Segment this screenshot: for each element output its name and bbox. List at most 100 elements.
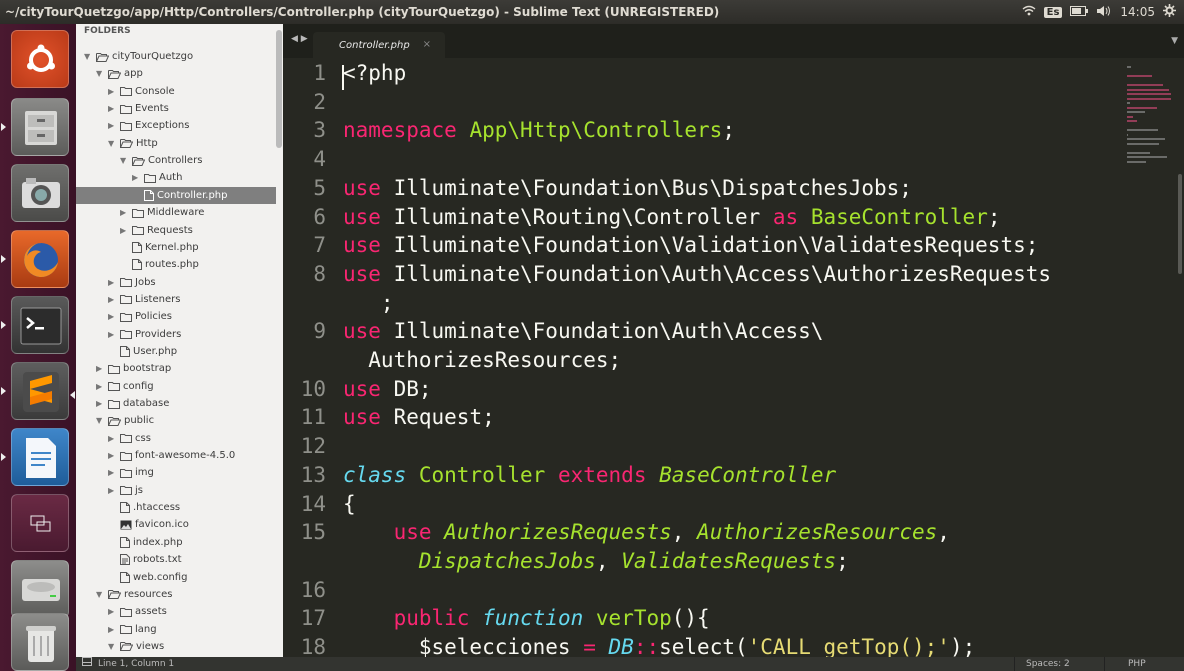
tree-folder[interactable]: ▶ Jobs xyxy=(108,274,156,291)
tree-folder[interactable]: ▼ resources xyxy=(96,586,172,603)
collapsed-arrow-icon[interactable]: ▶ xyxy=(108,482,117,499)
tree-file[interactable]: Kernel.php xyxy=(120,239,199,256)
tree-folder[interactable]: ▼ app xyxy=(96,65,143,82)
collapsed-arrow-icon[interactable]: ▶ xyxy=(108,621,117,638)
tab-controller-php[interactable]: Controller.php × xyxy=(313,32,445,58)
expanded-arrow-icon[interactable]: ▼ xyxy=(108,135,117,152)
camera-launcher-button[interactable] xyxy=(11,164,69,222)
terminal-launcher-button[interactable] xyxy=(11,296,69,354)
code-line[interactable]: use Illuminate\Foundation\Auth\Access\ xyxy=(343,319,823,343)
collapsed-arrow-icon[interactable]: ▶ xyxy=(108,326,117,343)
files-launcher-button[interactable] xyxy=(11,98,69,156)
tree-file[interactable]: routes.php xyxy=(120,256,199,273)
tree-folder[interactable]: ▶ assets xyxy=(108,603,167,620)
tree-folder[interactable]: ▼ Controllers xyxy=(120,152,202,169)
collapsed-arrow-icon[interactable]: ▶ xyxy=(108,291,117,308)
tree-folder[interactable]: ▶ Middleware xyxy=(120,204,204,221)
code-line[interactable]: use DB; xyxy=(343,377,432,401)
expanded-arrow-icon[interactable]: ▼ xyxy=(120,152,129,169)
code-line[interactable]: class Controller extends BaseController xyxy=(343,463,836,487)
code-line[interactable]: use Illuminate\Foundation\Auth\Access\Au… xyxy=(343,262,1051,286)
code-line[interactable]: { xyxy=(343,492,356,516)
code-line[interactable]: use Illuminate\Foundation\Validation\Val… xyxy=(343,233,1038,257)
tree-file[interactable]: robots.txt xyxy=(108,551,182,568)
editor-scrollbar-thumb[interactable] xyxy=(1178,174,1182,274)
expanded-arrow-icon[interactable]: ▼ xyxy=(96,586,105,603)
battery-icon[interactable] xyxy=(1070,5,1089,19)
collapsed-arrow-icon[interactable]: ▶ xyxy=(108,100,117,117)
clock[interactable]: 14:05 xyxy=(1120,5,1155,19)
tree-file[interactable]: web.config xyxy=(108,569,187,586)
tree-folder[interactable]: ▶ config xyxy=(96,378,154,395)
tree-folder[interactable]: ▶ Listeners xyxy=(108,291,180,308)
expanded-arrow-icon[interactable]: ▼ xyxy=(96,65,105,82)
keyboard-layout-indicator[interactable]: Es xyxy=(1043,6,1063,18)
tree-file[interactable]: Controller.php xyxy=(132,187,227,204)
minimap[interactable] xyxy=(1123,58,1175,168)
collapsed-arrow-icon[interactable]: ▶ xyxy=(108,464,117,481)
tree-folder[interactable]: ▼ public xyxy=(96,412,154,429)
volume-icon[interactable] xyxy=(1096,5,1112,20)
panel-toggle-icon[interactable] xyxy=(82,657,92,671)
collapsed-arrow-icon[interactable]: ▶ xyxy=(108,83,117,100)
firefox-launcher-button[interactable] xyxy=(11,230,69,288)
expanded-arrow-icon[interactable]: ▼ xyxy=(108,638,117,655)
syntax-selector[interactable]: PHP xyxy=(1128,657,1146,671)
tree-file[interactable]: .htaccess xyxy=(108,499,180,516)
expanded-arrow-icon[interactable]: ▼ xyxy=(96,412,105,429)
code-line[interactable]: use Illuminate\Routing\Controller as Bas… xyxy=(343,205,1001,229)
collapsed-arrow-icon[interactable]: ▶ xyxy=(108,430,117,447)
collapsed-arrow-icon[interactable]: ▶ xyxy=(108,117,117,134)
editor-scrollbar[interactable] xyxy=(1176,58,1184,657)
tree-folder[interactable]: ▶ img xyxy=(108,464,154,481)
wifi-icon[interactable] xyxy=(1022,5,1036,19)
tree-folder[interactable]: ▶ Exceptions xyxy=(108,117,189,134)
tree-folder[interactable]: ▶ Auth xyxy=(132,169,182,186)
collapsed-arrow-icon[interactable]: ▶ xyxy=(108,603,117,620)
collapsed-arrow-icon[interactable]: ▶ xyxy=(120,204,129,221)
tree-folder[interactable]: ▶ lang xyxy=(108,621,157,638)
trash-launcher-button[interactable] xyxy=(11,613,69,671)
expanded-arrow-icon[interactable]: ▼ xyxy=(84,48,93,65)
disk-drive-launcher-button[interactable] xyxy=(11,560,69,618)
collapsed-arrow-icon[interactable]: ▶ xyxy=(96,378,105,395)
tree-folder[interactable]: ▶ js xyxy=(108,482,143,499)
collapsed-arrow-icon[interactable]: ▶ xyxy=(132,169,141,186)
tree-folder[interactable]: ▼ Http xyxy=(108,135,158,152)
tree-folder[interactable]: ▶ Requests xyxy=(120,222,193,239)
folders-sidebar[interactable]: FOLDERS ▼ cityTourQuetzgo ▼ app ▶ Console ▶ Eve… xyxy=(76,24,283,657)
settings-gear-icon[interactable] xyxy=(1163,4,1176,20)
tree-folder[interactable]: ▶ bootstrap xyxy=(96,360,171,377)
tree-folder[interactable]: ▶ Console xyxy=(108,83,175,100)
code-line[interactable]: $selecciones = DB::select('CALL getTop()… xyxy=(343,635,975,657)
code-line[interactable]: use AuthorizesRequests, AuthorizesResour… xyxy=(343,520,950,544)
code-line[interactable]: ; xyxy=(343,291,394,315)
tree-folder[interactable]: ▼ views xyxy=(108,638,164,655)
code-line[interactable]: namespace App\Http\Controllers; xyxy=(343,118,735,142)
tree-file[interactable]: User.php xyxy=(108,343,177,360)
sidebar-scrollbar[interactable] xyxy=(276,30,282,148)
libreoffice-writer-launcher-button[interactable] xyxy=(11,428,69,486)
code-line[interactable]: use Illuminate\Foundation\Bus\Dispatches… xyxy=(343,176,912,200)
tree-folder[interactable]: ▼ cityTourQuetzgo xyxy=(84,48,193,65)
code-line[interactable]: <?php xyxy=(343,61,406,85)
code-editor[interactable]: 1 <?php 2 3 namespace App\Http\Controllers; 4… xyxy=(283,58,1123,657)
tree-folder[interactable]: ▶ Policies xyxy=(108,308,172,325)
collapsed-arrow-icon[interactable]: ▶ xyxy=(96,360,105,377)
tree-file[interactable]: index.php xyxy=(108,534,183,551)
tab-navigation-arrows[interactable]: ◀ ▶ xyxy=(291,34,308,44)
collapsed-arrow-icon[interactable]: ▶ xyxy=(108,274,117,291)
tab-dropdown-icon[interactable]: ▼ xyxy=(1171,36,1178,46)
tree-file[interactable]: favicon.ico xyxy=(108,516,189,533)
collapsed-arrow-icon[interactable]: ▶ xyxy=(108,447,117,464)
sublime-text-launcher-button[interactable] xyxy=(11,362,69,420)
tree-folder[interactable]: ▶ font-awesome-4.5.0 xyxy=(108,447,235,464)
code-line[interactable]: DispatchesJobs, ValidatesRequests; xyxy=(343,549,849,573)
tab-close-icon[interactable]: × xyxy=(423,39,431,50)
tree-folder[interactable]: ▶ css xyxy=(108,430,151,447)
collapsed-arrow-icon[interactable]: ▶ xyxy=(108,308,117,325)
collapsed-arrow-icon[interactable]: ▶ xyxy=(96,395,105,412)
indentation-setting[interactable]: Spaces: 2 xyxy=(1026,657,1070,671)
tree-folder[interactable]: ▶ Providers xyxy=(108,326,181,343)
dash-home-button[interactable] xyxy=(11,30,69,88)
